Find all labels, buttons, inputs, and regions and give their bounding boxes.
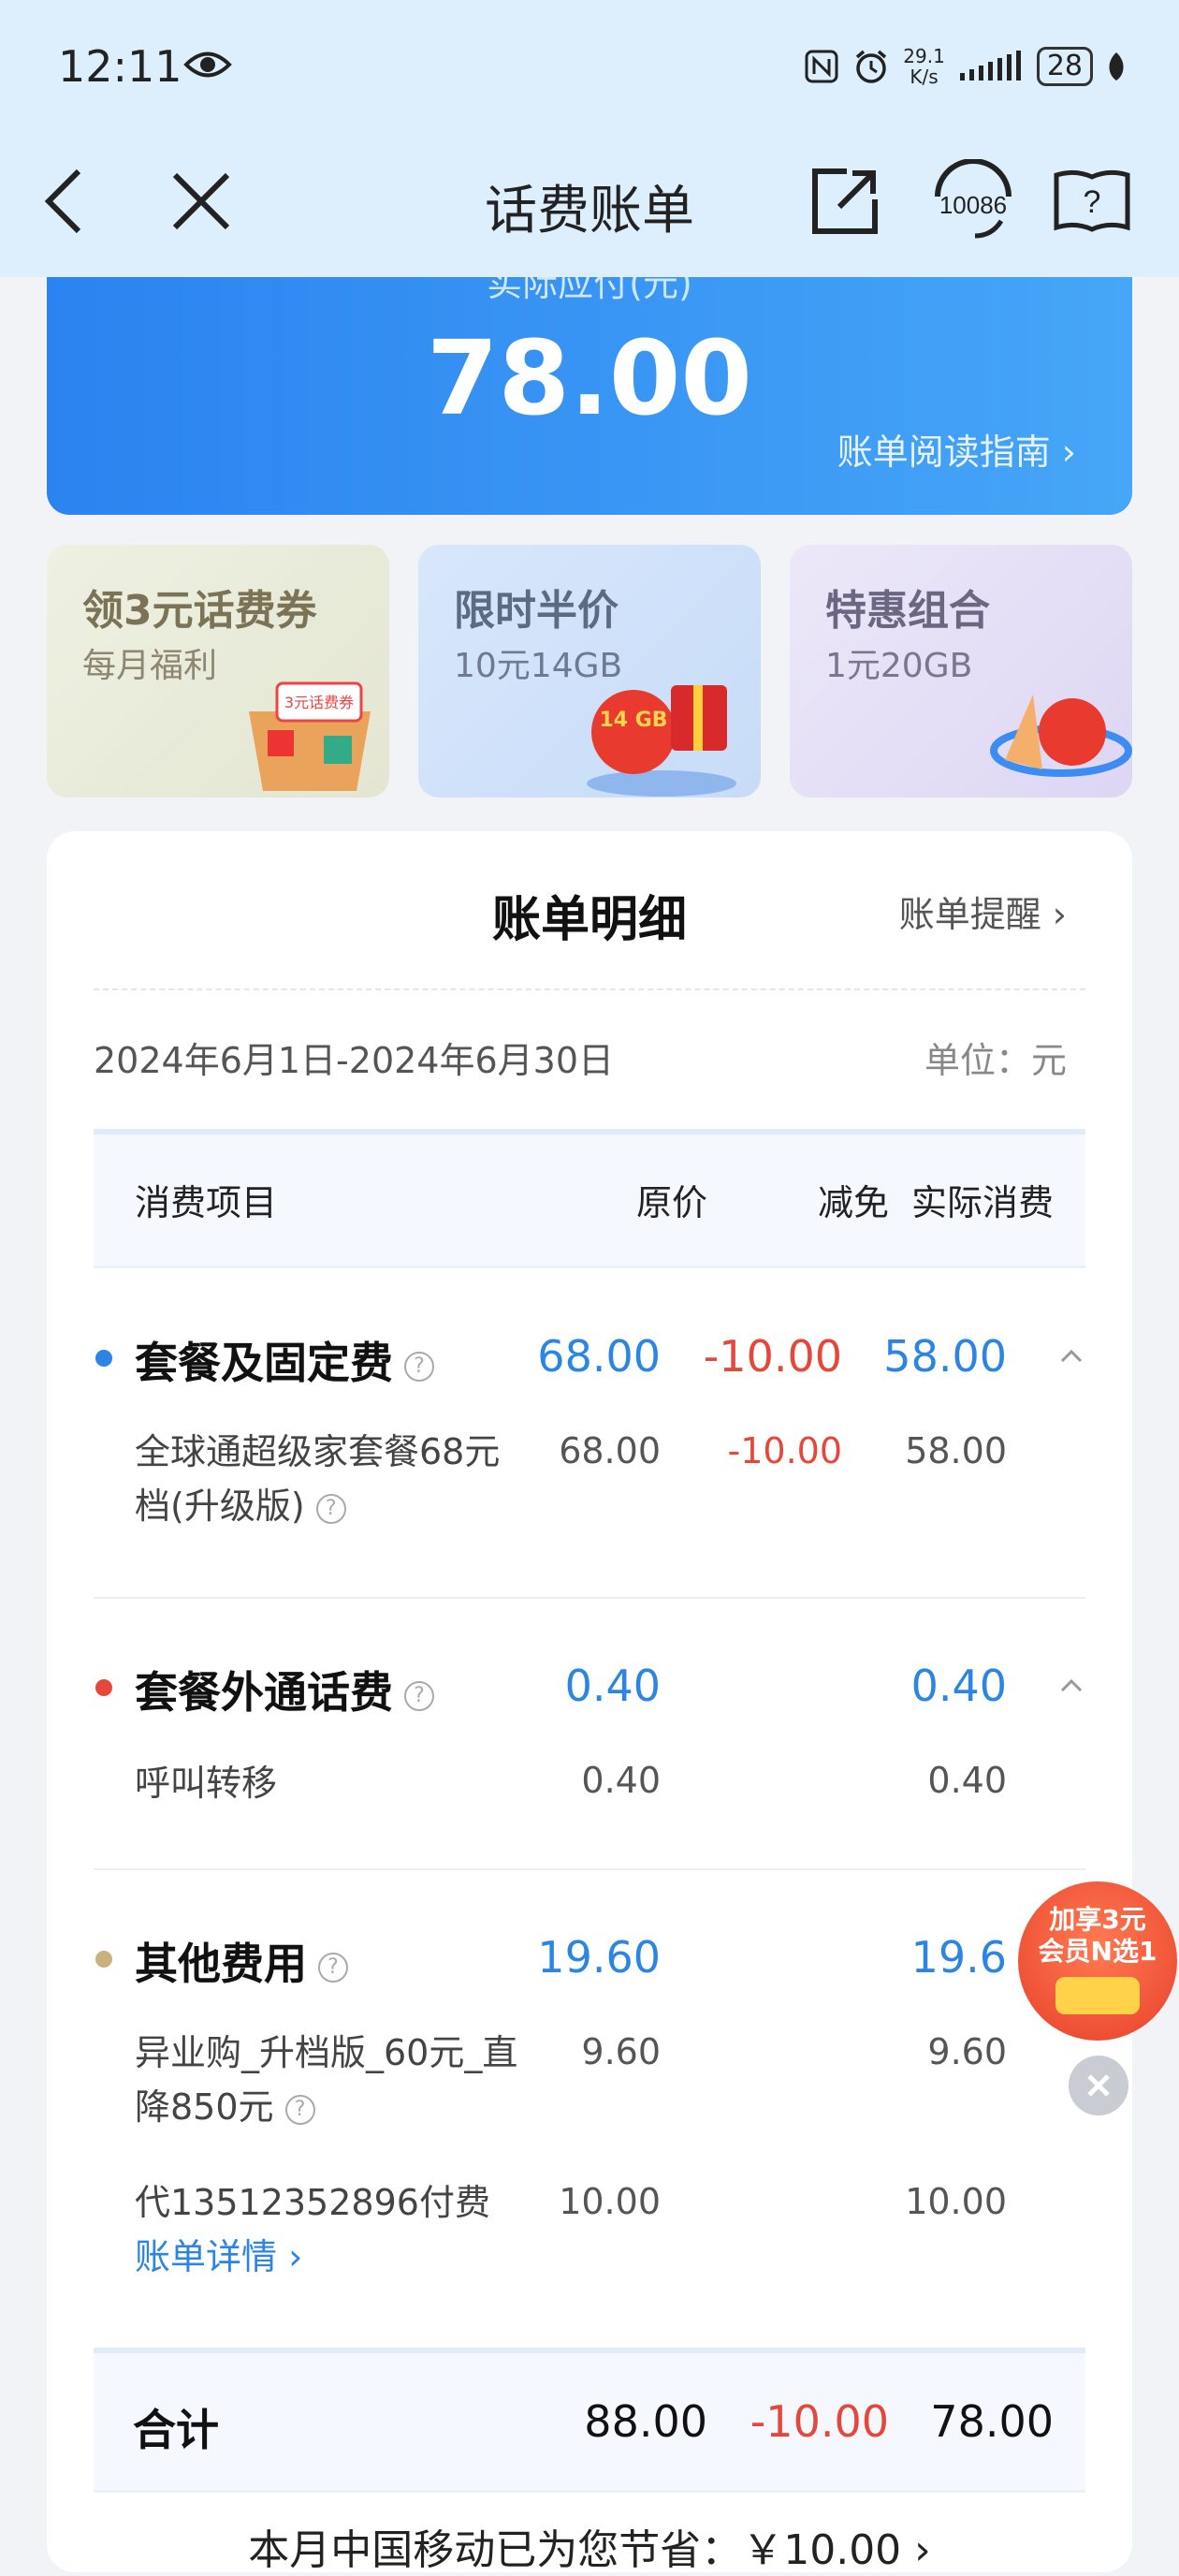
gift-ring-icon: [990, 695, 1132, 777]
headset-icon: 10086: [935, 159, 1012, 239]
floating-ad-badge[interactable]: 加享3元 会员N选1: [1018, 1881, 1177, 2041]
section-original: 19.60: [537, 1932, 661, 1983]
help-icon[interactable]: ?: [404, 1351, 434, 1382]
bill-detail-link[interactable]: 账单详情 ›: [135, 2236, 302, 2277]
promo-subtitle: 1元20GB: [825, 647, 973, 685]
share-icon: [812, 168, 878, 234]
section-name: 套餐外通话费?: [135, 1659, 434, 1720]
billing-period: 2024年6月1日-2024年6月30日: [94, 1040, 615, 1081]
eye-icon: [183, 51, 232, 78]
divider: [94, 988, 1085, 990]
bill-reminder-link[interactable]: 账单提醒 ›: [899, 886, 1067, 937]
status-icons: 29.1 K/s 28: [804, 41, 1127, 92]
leaf-icon: [1109, 52, 1124, 80]
close-icon: [1087, 2074, 1110, 2097]
promo-subtitle: 每月福利: [82, 647, 218, 685]
item-original: 68.00: [559, 1430, 661, 1471]
section-actual: 58.00: [883, 1331, 1007, 1382]
svg-text:10086: 10086: [939, 191, 1007, 219]
promo-card-half-price[interactable]: 限时半价 10元14GB 14 GB: [418, 545, 761, 798]
total-actual: 78.00: [930, 2396, 1054, 2447]
amount-due-value: 78.00: [427, 318, 752, 438]
currency-unit: 单位：元: [924, 1040, 1067, 1081]
section-original: 0.40: [564, 1661, 661, 1711]
total-label: 合计: [133, 2405, 219, 2455]
alarm-icon: [856, 50, 887, 83]
navigation-bar: 话费账单 10086 ?: [0, 140, 1179, 262]
section-original: 68.00: [537, 1331, 661, 1382]
section-actual: 19.6: [910, 1932, 1007, 1983]
item-original: 9.60: [581, 2031, 661, 2072]
promo-card-coupon[interactable]: 领3元话费券 每月福利 3元话费券: [47, 545, 389, 798]
section-discount: -10.00: [703, 1331, 842, 1382]
item-discount: -10.00: [727, 1430, 843, 1471]
net-speed: 29.1 K/s: [903, 45, 945, 88]
divider: [94, 1868, 1085, 1870]
gift-basket-icon: 3元话费券: [249, 681, 371, 791]
item-actual: 58.00: [905, 1430, 1007, 1471]
bill-details-card: 账单明细 账单提醒 › 2024年6月1日-2024年6月30日 单位：元 消费…: [47, 831, 1132, 2574]
header-actual: 实际消费: [910, 1182, 1054, 1223]
top-bar: 12:11 29.1 K/s 28 话费账单 10086 ?: [0, 0, 1179, 277]
savings-summary-link[interactable]: 本月中国移动已为您节省：￥10.00 ›: [47, 2516, 1132, 2576]
share-button[interactable]: [803, 159, 887, 243]
table-header: 消费项目 原价 减免 实际消费: [94, 1129, 1085, 1268]
signal-icon: [959, 51, 1021, 80]
item-name: 代13512352896付费 账单详情 ›: [135, 2182, 490, 2277]
nfc-icon: [805, 50, 838, 83]
help-book-icon: ?: [1054, 169, 1130, 232]
total-original: 88.00: [584, 2396, 707, 2447]
battery-level: 28: [1036, 47, 1093, 86]
status-time: 12:11: [58, 41, 182, 92]
help-icon[interactable]: ?: [318, 1952, 348, 1983]
item-actual: 0.40: [927, 1760, 1007, 1801]
section-name: 其他费用?: [135, 1930, 348, 1992]
total-row: 合计 88.00 -10.00 78.00: [94, 2348, 1085, 2493]
item-actual: 10.00: [905, 2181, 1007, 2222]
section-actual: 0.40: [910, 1661, 1007, 1711]
promo-title: 领3元话费券: [82, 587, 317, 635]
item-name: 呼叫转移: [135, 1763, 278, 1804]
item-original: 0.40: [581, 1760, 661, 1801]
customer-service-button[interactable]: 10086: [926, 159, 1020, 243]
help-icon[interactable]: ?: [315, 1493, 346, 1524]
header-item: 消费项目: [135, 1182, 278, 1223]
section-dot: [95, 1951, 112, 1968]
header-original: 原价: [635, 1182, 707, 1223]
divider: [94, 1597, 1085, 1599]
item-name: 全球通超级家套餐68元档(升级版)?: [135, 1431, 501, 1527]
svg-text:3元话费券: 3元话费券: [284, 694, 354, 711]
item-original: 10.00: [559, 2181, 661, 2222]
help-icon[interactable]: ?: [284, 2094, 315, 2125]
status-bar: 12:11 29.1 K/s 28: [0, 0, 1179, 136]
promo-title: 特惠组合: [825, 587, 990, 635]
promo-title: 限时半价: [454, 587, 619, 635]
svg-text:?: ?: [1084, 184, 1101, 220]
chevron-up-icon[interactable]: [1059, 1674, 1084, 1698]
section-name: 套餐及固定费?: [135, 1329, 434, 1391]
help-icon[interactable]: ?: [404, 1680, 434, 1711]
section-dot: [95, 1679, 112, 1696]
chevron-up-icon[interactable]: [1059, 1344, 1084, 1368]
section-dot: [95, 1350, 112, 1367]
gift-bag-icon: 14 GB: [587, 685, 736, 797]
svg-text:14 GB: 14 GB: [599, 709, 667, 732]
total-discount: -10.00: [750, 2396, 889, 2447]
help-guide-button[interactable]: ?: [1050, 159, 1134, 243]
bill-guide-link[interactable]: 账单阅读指南 ›: [837, 423, 1076, 475]
item-name: 异业购_升档版_60元_直降850元?: [135, 2032, 518, 2128]
item-actual: 9.60: [927, 2031, 1007, 2072]
floating-ad-close-button[interactable]: [1069, 2056, 1128, 2115]
promo-card-combo[interactable]: 特惠组合 1元20GB: [790, 545, 1132, 798]
